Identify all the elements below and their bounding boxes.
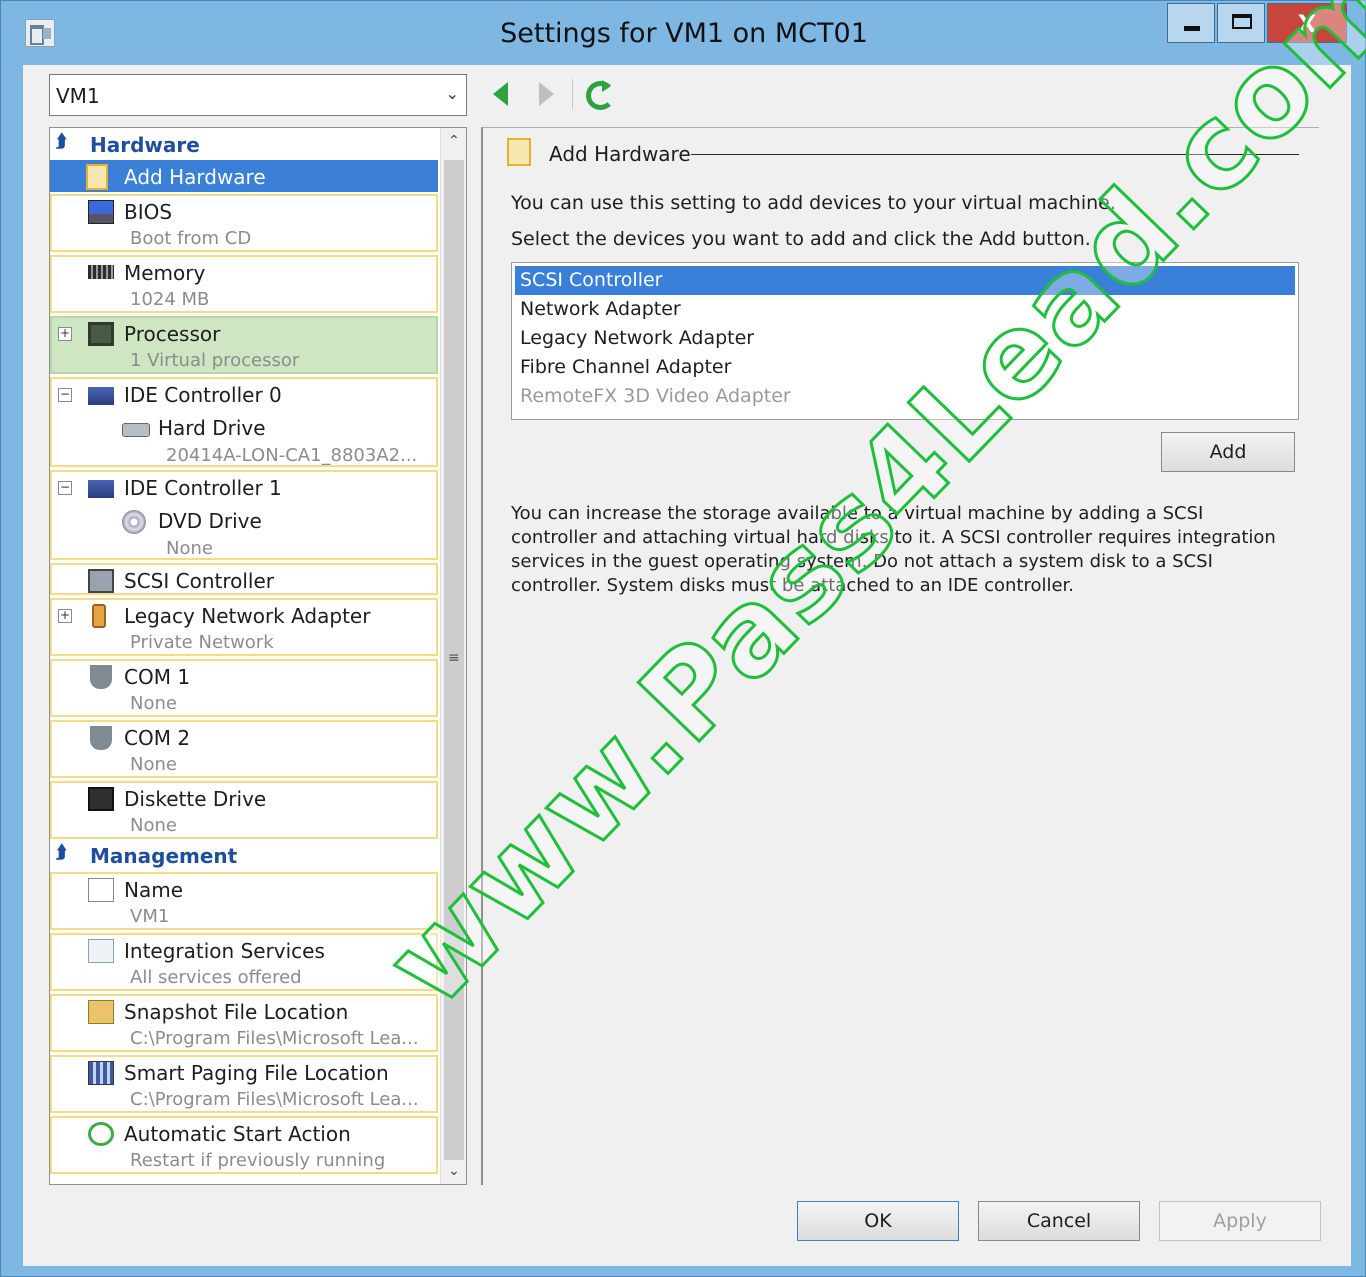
memory-icon	[88, 265, 114, 279]
ide-controller-icon	[88, 480, 114, 498]
tree-item-ide-controller-1[interactable]: − IDE Controller 1 DVD Drive None	[50, 470, 438, 560]
com-port-icon	[90, 665, 112, 689]
title-divider	[691, 154, 1299, 155]
cancel-button[interactable]: Cancel	[978, 1201, 1140, 1241]
hard-drive-icon	[122, 423, 150, 437]
collapse-icon: ⮭	[56, 131, 67, 152]
tree-item-add-hardware[interactable]: Add Hardware	[50, 160, 438, 192]
settings-window: Settings for VM1 on MCT01 X VM1 ⌄ ⮭ Hard…	[0, 0, 1366, 1277]
ok-button[interactable]: OK	[797, 1201, 959, 1241]
panel-intro-text: You can use this setting to add devices …	[511, 192, 1116, 214]
scroll-down-icon[interactable]: ⌄	[441, 1158, 466, 1184]
tree-item-memory[interactable]: Memory 1024 MB	[50, 255, 438, 313]
apply-button: Apply	[1159, 1201, 1321, 1241]
tree-item-dvd-drive[interactable]: DVD Drive	[158, 509, 262, 533]
scsi-controller-icon	[88, 569, 114, 593]
dialog-client-area: VM1 ⌄ ⮭ Hardware Add Hardware BIOS Boot …	[23, 65, 1351, 1266]
network-adapter-icon	[92, 604, 106, 628]
title-bar[interactable]: Settings for VM1 on MCT01 X	[1, 1, 1366, 63]
tree-item-ide-controller-0[interactable]: − IDE Controller 0 Hard Drive 20414A-LON…	[50, 377, 438, 467]
close-button[interactable]: X	[1267, 3, 1347, 43]
scsi-description-text: You can increase the storage available t…	[511, 503, 1276, 596]
device-option[interactable]: Network Adapter	[515, 295, 1295, 324]
device-option[interactable]: SCSI Controller	[515, 266, 1295, 295]
refresh-icon[interactable]	[583, 78, 615, 110]
add-hardware-icon	[507, 138, 531, 166]
device-option: RemoteFX 3D Video Adapter	[520, 385, 791, 407]
maximize-button[interactable]	[1217, 3, 1265, 43]
tree-item-bios[interactable]: BIOS Boot from CD	[50, 194, 438, 252]
snapshot-icon	[88, 1000, 114, 1024]
device-option[interactable]: Fibre Channel Adapter	[515, 353, 1295, 382]
expand-icon[interactable]: +	[58, 609, 72, 623]
com-port-icon	[90, 726, 112, 750]
add-button[interactable]: Add	[1161, 432, 1295, 472]
scrollbar-thumb[interactable]: ≡	[444, 160, 464, 1160]
panel-select-prompt: Select the devices you want to add and c…	[511, 228, 1091, 250]
toolbar-separator	[572, 79, 573, 109]
device-option[interactable]: Legacy Network Adapter	[515, 324, 1295, 353]
tree-item-scsi-controller[interactable]: SCSI Controller	[50, 563, 438, 595]
tree-item-smart-paging-file-location[interactable]: Smart Paging File Location C:\Program Fi…	[50, 1055, 438, 1113]
chevron-down-icon: ⌄	[445, 84, 459, 103]
maximize-icon	[1232, 14, 1252, 29]
dvd-drive-icon	[122, 510, 146, 534]
management-section-header[interactable]: ⮭ Management	[50, 841, 438, 871]
settings-tree: ⮭ Hardware Add Hardware BIOS Boot from C…	[49, 127, 467, 1185]
tree-item-snapshot-file-location[interactable]: Snapshot File Location C:\Program Files\…	[50, 994, 438, 1052]
scroll-up-icon[interactable]: ⌃	[441, 128, 466, 156]
tree-item-legacy-network-adapter[interactable]: + Legacy Network Adapter Private Network	[50, 598, 438, 656]
integration-services-icon	[88, 939, 114, 963]
tree-item-name[interactable]: Name VM1	[50, 872, 438, 930]
diskette-icon	[88, 787, 114, 811]
tree-item-automatic-start-action[interactable]: Automatic Start Action Restart if previo…	[50, 1116, 438, 1174]
hardware-section-header[interactable]: ⮭ Hardware	[50, 130, 438, 160]
forward-arrow-icon[interactable]	[537, 81, 557, 107]
tree-item-processor[interactable]: + Processor 1 Virtual processor	[50, 316, 438, 374]
minimize-icon	[1184, 26, 1200, 31]
window-title: Settings for VM1 on MCT01	[500, 18, 868, 49]
tree-item-integration-services[interactable]: Integration Services All services offere…	[50, 933, 438, 991]
vm-selector-value: VM1	[56, 84, 100, 108]
paging-icon	[88, 1061, 114, 1085]
tree-item-diskette-drive[interactable]: Diskette Drive None	[50, 781, 438, 839]
processor-icon	[88, 322, 114, 346]
bios-icon	[88, 200, 114, 224]
grip-icon: ≡	[448, 650, 460, 666]
back-arrow-icon[interactable]	[491, 81, 511, 107]
tree-item-com-2[interactable]: COM 2 None	[50, 720, 438, 778]
collapse-icon[interactable]: −	[58, 388, 72, 402]
auto-start-icon	[88, 1122, 114, 1146]
details-panel: Add Hardware You can use this setting to…	[481, 127, 1319, 1185]
expand-icon[interactable]: +	[58, 327, 72, 341]
panel-title: Add Hardware	[549, 142, 691, 166]
add-hardware-icon	[86, 164, 108, 190]
close-icon: X	[1297, 10, 1317, 38]
collapse-icon: ⮭	[56, 842, 67, 863]
device-listbox[interactable]: SCSI Controller Network Adapter Legacy N…	[511, 262, 1299, 420]
vm-selector-dropdown[interactable]: VM1 ⌄	[49, 74, 467, 116]
tree-item-com-1[interactable]: COM 1 None	[50, 659, 438, 717]
tree-item-hard-drive[interactable]: Hard Drive	[158, 416, 266, 440]
tree-scrollbar[interactable]: ⌃ ≡ ⌄	[440, 128, 466, 1184]
name-icon	[88, 878, 114, 902]
minimize-button[interactable]	[1167, 3, 1215, 43]
collapse-icon[interactable]: −	[58, 481, 72, 495]
ide-controller-icon	[88, 387, 114, 405]
